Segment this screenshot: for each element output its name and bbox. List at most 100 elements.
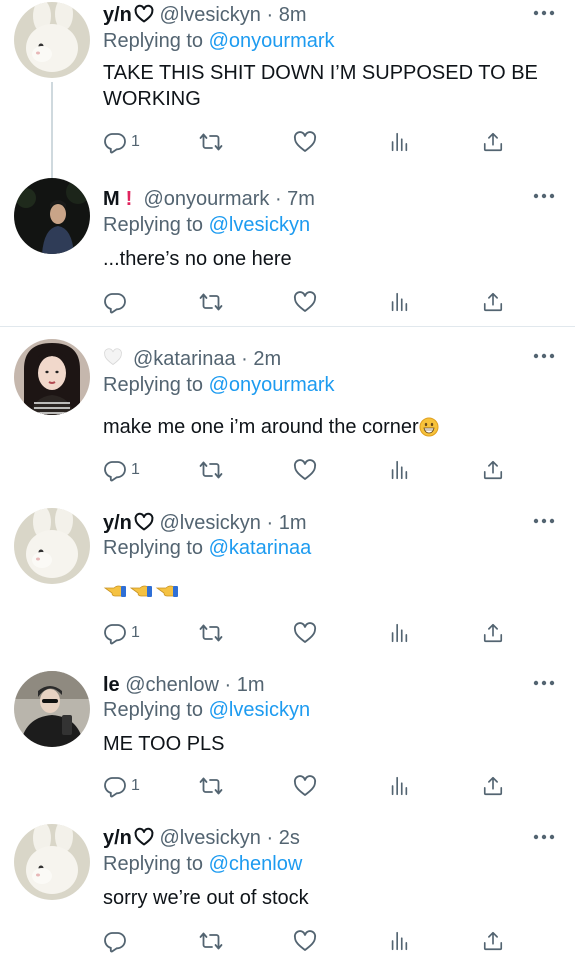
- like-icon: [293, 130, 317, 154]
- reply-button[interactable]: 1: [103, 620, 140, 646]
- mention-link[interactable]: @katarinaa: [209, 537, 312, 559]
- timestamp[interactable]: 1m: [237, 674, 265, 696]
- share-button[interactable]: [482, 773, 504, 799]
- replying-to: Replying to @lvesickyn: [103, 212, 310, 238]
- like-button[interactable]: [293, 457, 317, 483]
- like-button[interactable]: [293, 928, 317, 954]
- handle[interactable]: @lvesickyn: [159, 512, 260, 534]
- analytics-icon: [388, 930, 410, 952]
- share-button[interactable]: [482, 289, 504, 315]
- tweet-actions: 1: [103, 620, 523, 646]
- handle[interactable]: @lvesickyn: [159, 827, 260, 849]
- retweet-button[interactable]: [199, 620, 223, 646]
- avatar[interactable]: [14, 2, 90, 78]
- analytics-button[interactable]: [388, 773, 410, 799]
- share-button[interactable]: [482, 129, 504, 155]
- heart-outline-icon: [134, 4, 154, 24]
- replying-to: Replying to @onyourmark: [103, 28, 335, 54]
- avatar[interactable]: [14, 508, 90, 584]
- replying-to: Replying to @chenlow: [103, 851, 302, 877]
- tweet-header: le @chenlow · 1m: [103, 672, 265, 698]
- tweet-header: @katarinaa · 2m: [103, 346, 281, 374]
- share-icon: [482, 775, 504, 797]
- like-button[interactable]: [293, 289, 317, 315]
- retweet-icon: [199, 130, 223, 154]
- display-name[interactable]: le: [103, 674, 120, 696]
- reply-button[interactable]: [103, 928, 131, 954]
- retweet-icon: [199, 929, 223, 953]
- analytics-button[interactable]: [388, 457, 410, 483]
- separator: ·: [266, 512, 274, 534]
- more-icon[interactable]: [532, 832, 556, 842]
- retweet-button[interactable]: [199, 457, 223, 483]
- more-icon[interactable]: [532, 351, 556, 361]
- mention-link[interactable]: @lvesickyn: [209, 214, 310, 236]
- tweet-text: sorry we’re out of stock: [103, 887, 309, 909]
- retweet-button[interactable]: [199, 129, 223, 155]
- mention-link[interactable]: @chenlow: [209, 853, 303, 875]
- mention-link[interactable]: @onyourmark: [209, 374, 335, 396]
- replying-to-label: Replying to: [103, 699, 204, 721]
- like-button[interactable]: [293, 620, 317, 646]
- tweet-header: M! @onyourmark · 7m: [103, 186, 315, 212]
- share-icon: [482, 930, 504, 952]
- analytics-button[interactable]: [388, 620, 410, 646]
- share-icon: [482, 291, 504, 313]
- timestamp[interactable]: 1m: [279, 512, 307, 534]
- tweet-text-content: make me one i’m around the corner: [103, 416, 419, 438]
- handle[interactable]: @chenlow: [125, 674, 219, 696]
- like-icon: [293, 290, 317, 314]
- reply-button[interactable]: 1: [103, 457, 140, 483]
- share-button[interactable]: [482, 620, 504, 646]
- avatar[interactable]: [14, 178, 90, 254]
- tweet-actions: 1: [103, 457, 523, 483]
- handle[interactable]: @lvesickyn: [159, 4, 260, 26]
- analytics-button[interactable]: [388, 129, 410, 155]
- reply-button[interactable]: 1: [103, 129, 140, 155]
- display-name[interactable]: y/n: [103, 512, 132, 534]
- replying-to-label: Replying to: [103, 537, 204, 559]
- reply-button[interactable]: [103, 289, 131, 315]
- tweet-text: ME TOO PLS: [103, 733, 225, 755]
- replying-to-label: Replying to: [103, 214, 204, 236]
- timestamp[interactable]: 2s: [279, 827, 300, 849]
- timestamp[interactable]: 2m: [253, 348, 281, 370]
- replying-to: Replying to @lvesickyn: [103, 697, 310, 723]
- handle[interactable]: @onyourmark: [143, 188, 269, 210]
- share-button[interactable]: [482, 457, 504, 483]
- analytics-button[interactable]: [388, 289, 410, 315]
- share-button[interactable]: [482, 928, 504, 954]
- like-button[interactable]: [293, 129, 317, 155]
- mention-link[interactable]: @lvesickyn: [209, 699, 310, 721]
- display-name[interactable]: y/n: [103, 827, 132, 849]
- analytics-button[interactable]: [388, 928, 410, 954]
- avatar[interactable]: [14, 671, 90, 747]
- tweet-actions: [103, 289, 523, 315]
- mention-link[interactable]: @onyourmark: [209, 30, 335, 52]
- more-icon[interactable]: [532, 678, 556, 688]
- retweet-button[interactable]: [199, 289, 223, 315]
- tweet-text: ...there’s no one here: [103, 248, 292, 270]
- display-name[interactable]: y/n: [103, 4, 132, 26]
- reply-icon: [103, 929, 127, 953]
- more-icon[interactable]: [532, 8, 556, 18]
- share-icon: [482, 622, 504, 644]
- tweet-header: y/n @lvesickyn · 2s: [103, 825, 300, 851]
- timestamp[interactable]: 8m: [279, 4, 307, 26]
- handle[interactable]: @katarinaa: [133, 348, 236, 370]
- more-icon[interactable]: [532, 516, 556, 526]
- timestamp[interactable]: 7m: [287, 188, 315, 210]
- retweet-icon: [199, 774, 223, 798]
- separator: ·: [274, 188, 282, 210]
- avatar[interactable]: [14, 824, 90, 900]
- more-icon[interactable]: [532, 191, 556, 201]
- retweet-button[interactable]: [199, 928, 223, 954]
- like-icon: [293, 929, 317, 953]
- reply-count: 1: [131, 624, 140, 641]
- retweet-button[interactable]: [199, 773, 223, 799]
- like-button[interactable]: [293, 773, 317, 799]
- avatar[interactable]: [14, 339, 90, 415]
- like-icon: [293, 621, 317, 645]
- reply-button[interactable]: 1: [103, 773, 140, 799]
- display-name[interactable]: M: [103, 188, 120, 210]
